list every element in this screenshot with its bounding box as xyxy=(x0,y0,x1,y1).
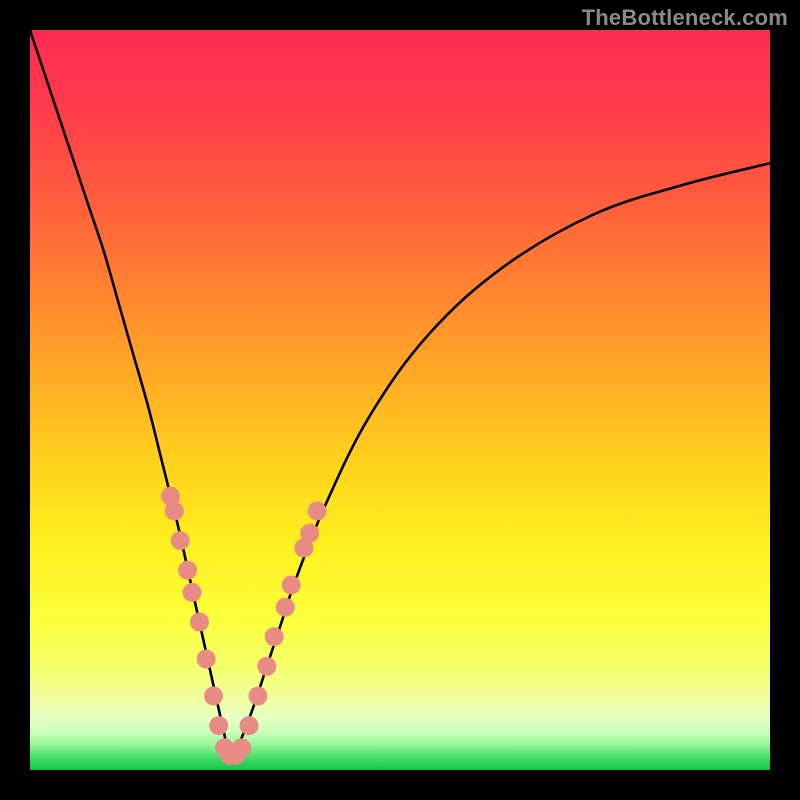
dot xyxy=(282,576,301,595)
dot xyxy=(209,716,228,735)
dot xyxy=(171,531,190,550)
dot xyxy=(232,738,251,757)
dot xyxy=(183,583,202,602)
dot xyxy=(248,687,267,706)
dot xyxy=(300,524,319,543)
dot xyxy=(257,657,276,676)
plot-area xyxy=(30,30,770,770)
dot xyxy=(276,598,295,617)
bottleneck-curve xyxy=(30,30,770,757)
dot xyxy=(197,650,216,669)
dot xyxy=(240,716,259,735)
curve-layer xyxy=(30,30,770,770)
dot xyxy=(190,613,209,632)
dot xyxy=(204,687,223,706)
watermark-text: TheBottleneck.com xyxy=(582,5,788,31)
dot xyxy=(265,627,284,646)
dot xyxy=(165,502,184,521)
dot xyxy=(178,561,197,580)
dot xyxy=(308,502,327,521)
sample-dots xyxy=(161,487,327,765)
